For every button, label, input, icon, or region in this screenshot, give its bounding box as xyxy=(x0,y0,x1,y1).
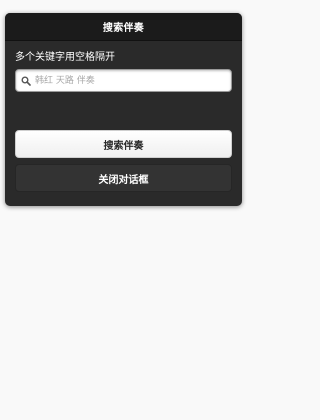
search-dialog: 搜索伴奏 多个关键字用空格隔开 搜索伴奏 关闭对话框 xyxy=(5,13,242,206)
dialog-body: 多个关键字用空格隔开 搜索伴奏 关闭对话框 xyxy=(5,51,242,192)
page: 搜索伴奏 多个关键字用空格隔开 搜索伴奏 关闭对话框 xyxy=(0,0,250,420)
search-icon xyxy=(19,74,33,88)
search-input[interactable] xyxy=(33,71,231,90)
keyword-hint-label: 多个关键字用空格隔开 xyxy=(15,52,115,63)
dialog-header: 搜索伴奏 xyxy=(5,13,242,41)
search-accompaniment-button[interactable]: 搜索伴奏 xyxy=(15,130,232,158)
dialog-title: 搜索伴奏 xyxy=(102,23,145,34)
close-dialog-button[interactable]: 关闭对话框 xyxy=(15,164,232,192)
search-box[interactable] xyxy=(15,69,232,92)
